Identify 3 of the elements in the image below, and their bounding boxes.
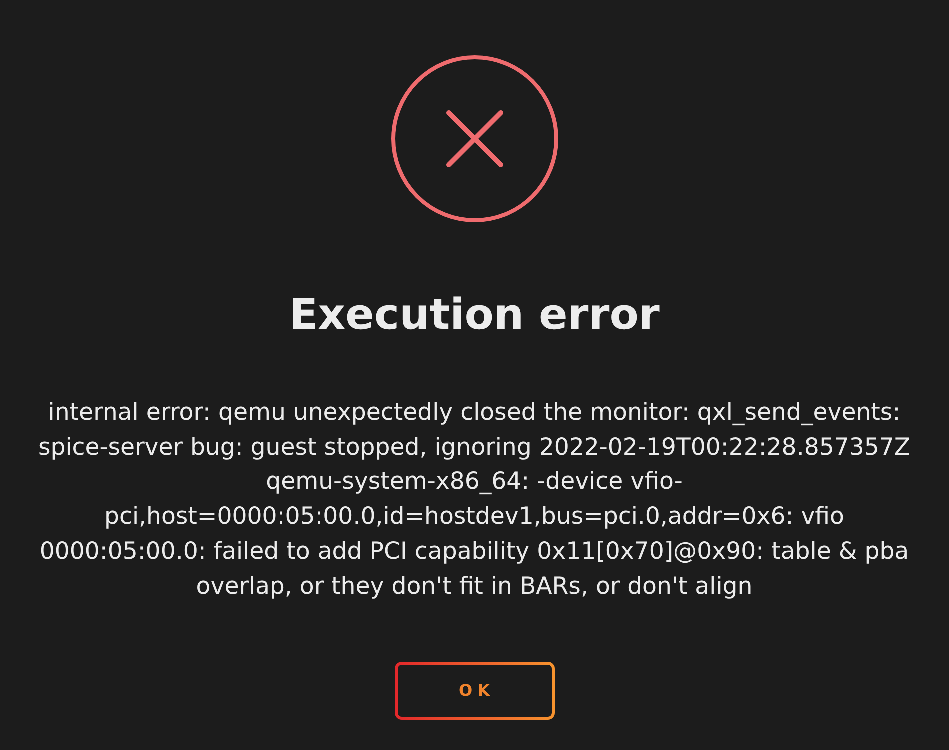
error-icon [390, 55, 558, 223]
dialog-title: Execution error [289, 290, 660, 342]
error-message: internal error: qemu unexpectedly closed the monitor: qxl_send_events: spice-server bug: guest stopped, ignoring 2022-02-19T00:22:28.857357Z qemu-system-x86_64: -device vfio-pci,host=0000:05:00.0,id=hostdev1,bus=pci.0,addr=0x6: vfio 0000:05:00.0: failed to add PCI capability 0x11[0x70]@0x90: table & pba overlap, or they don't fit in BARs, or don't align [37, 397, 912, 602]
